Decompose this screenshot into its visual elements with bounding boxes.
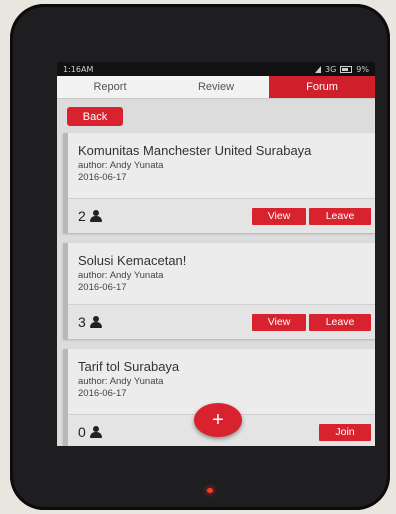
tab-report[interactable]: Report [57,76,163,98]
forum-card: Solusi Kemacetan! author: Andy Yunata 20… [63,243,375,339]
user-icon [89,316,102,328]
forum-date: 2016-06-17 [78,282,127,293]
battery-level: 9% [356,64,369,74]
status-time: 1:16AM [63,64,94,74]
forum-author: author: Andy Yunata [78,376,164,387]
phone-frame: 1:16AM 3G 9% Report Review Forum Back Ko… [10,4,390,510]
join-button[interactable]: Join [319,423,371,441]
tab-forum[interactable]: Forum [269,76,375,98]
forum-card: Komunitas Manchester United Surabaya aut… [63,133,375,233]
member-count: 3 [78,314,102,330]
notification-led [207,488,213,493]
forum-date: 2016-06-17 [78,388,127,399]
tab-bar: Report Review Forum [57,76,375,99]
forum-list: Back Komunitas Manchester United Surabay… [57,99,375,446]
tab-review[interactable]: Review [163,76,269,98]
forum-card-footer: 3 View Leave [68,304,375,339]
app-screen: 1:16AM 3G 9% Report Review Forum Back Ko… [57,62,375,446]
member-count: 0 [78,424,102,440]
user-icon [89,426,102,438]
battery-icon [340,65,353,73]
leave-button[interactable]: Leave [309,313,371,331]
forum-date: 2016-06-17 [78,172,127,183]
member-count: 2 [78,208,102,224]
leave-button[interactable]: Leave [309,207,371,225]
forum-author: author: Andy Yunata [78,160,164,171]
user-icon [89,210,102,222]
forum-card-footer: 2 View Leave [68,198,375,233]
forum-title: Solusi Kemacetan! [78,253,187,268]
forum-title: Komunitas Manchester United Surabaya [78,143,312,158]
view-button[interactable]: View [252,207,306,225]
forum-author: author: Andy Yunata [78,270,164,281]
signal-icon [315,65,321,73]
add-forum-button[interactable]: + [194,403,242,437]
network-label: 3G [325,64,337,74]
forum-title: Tarif tol Surabaya [78,359,180,374]
status-bar: 1:16AM 3G 9% [57,62,375,76]
back-button[interactable]: Back [67,107,123,126]
view-button[interactable]: View [252,313,306,331]
